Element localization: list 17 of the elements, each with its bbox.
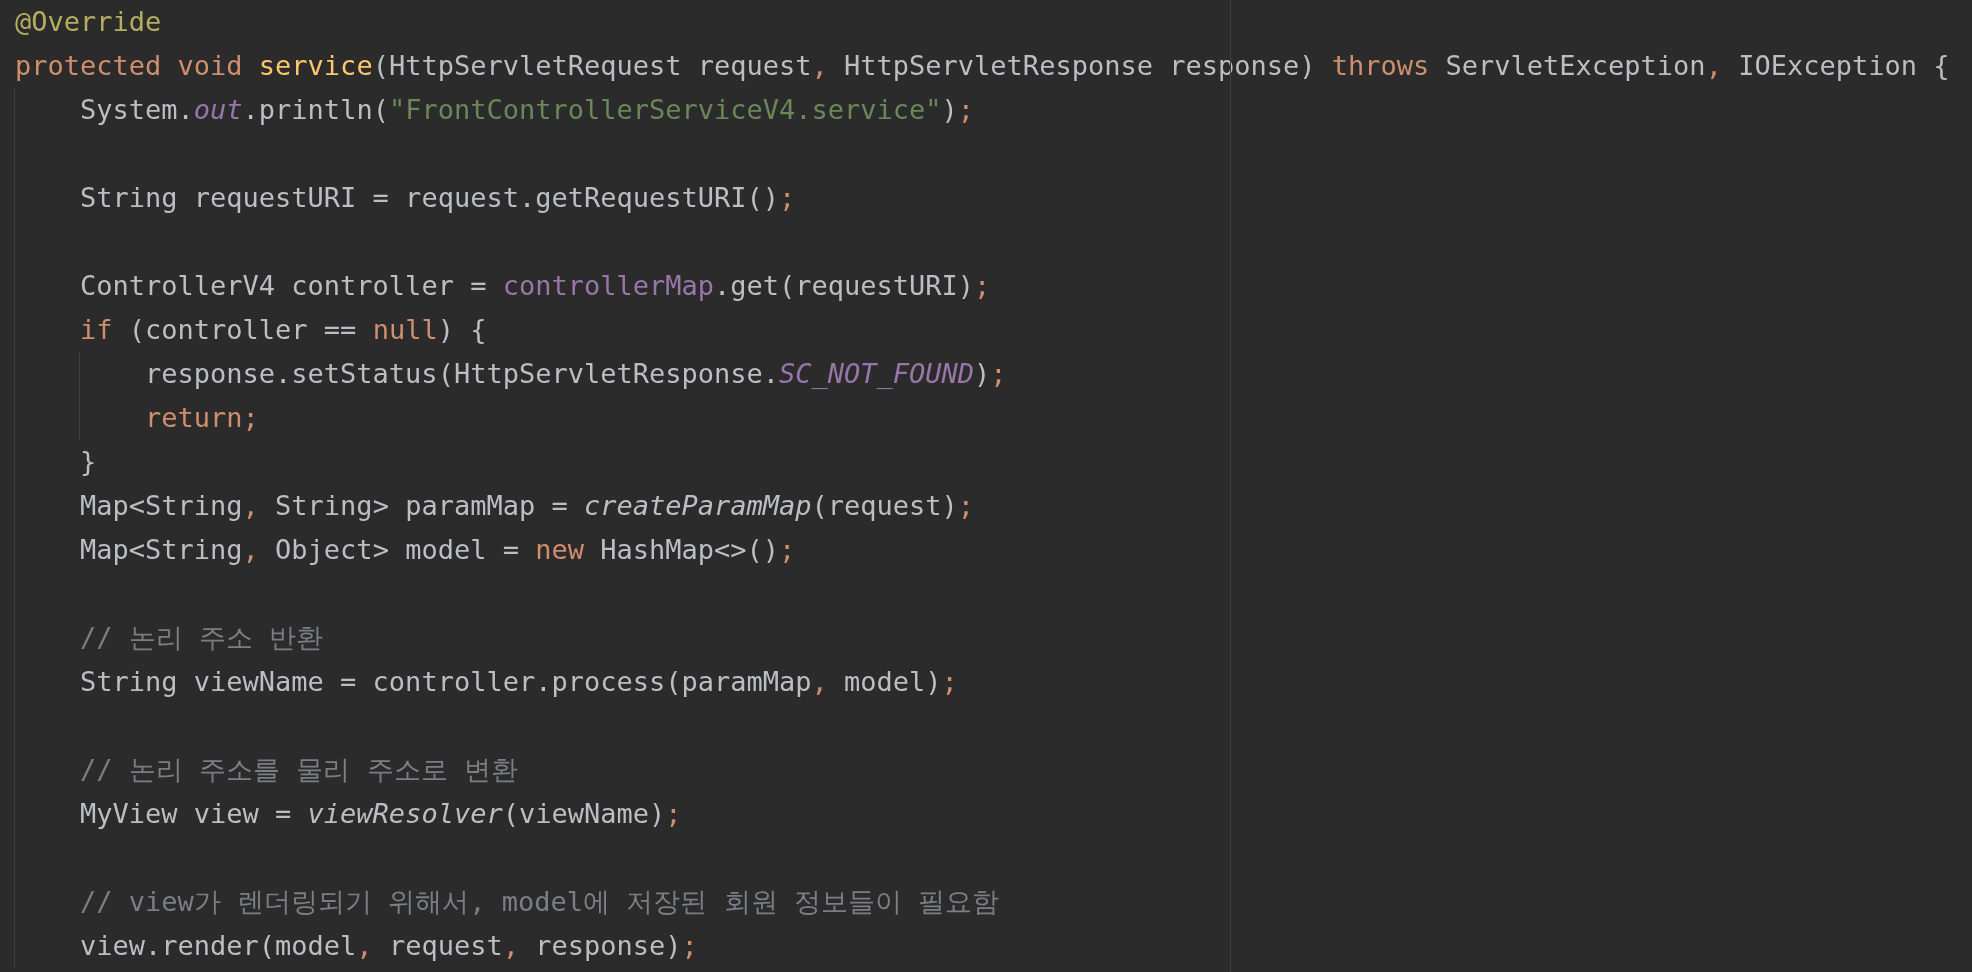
code-line: MyView view = viewResolver(viewName); <box>80 797 683 831</box>
code-line: protected void service(HttpServletRequest request, HttpServletResponse response) throws ServletException, IOException { <box>15 49 1951 83</box>
code-line: if (controller == null) { <box>80 313 488 347</box>
code-line: // view가 렌더링되기 위해서, model에 저장된 회원 정보들이 필요함 <box>80 885 1001 919</box>
code-line: String viewName = controller.process(paramMap, model); <box>80 665 959 699</box>
code-line: return; <box>145 401 260 435</box>
code-line: view.render(model, request, response); <box>80 929 699 963</box>
code-line: } <box>80 445 98 479</box>
code-line: Map<String, String> paramMap = createParamMap(request); <box>80 489 976 523</box>
code-line: System.out.println("FrontControllerServiceV4.service"); <box>80 93 976 127</box>
code-line: // 논리 주소 반환 <box>80 621 325 655</box>
code-line: ControllerV4 controller = controllerMap.get(requestURI); <box>80 269 992 303</box>
code-line: // 논리 주소를 물리 주소로 변환 <box>80 753 519 787</box>
code-line: @Override <box>15 5 163 39</box>
code-line: String requestURI = request.getRequestURI(); <box>80 181 797 215</box>
code-line: Map<String, Object> model = new HashMap<>(); <box>80 533 797 567</box>
code-line: response.setStatus(HttpServletResponse.SC_NOT_FOUND); <box>145 357 1008 391</box>
